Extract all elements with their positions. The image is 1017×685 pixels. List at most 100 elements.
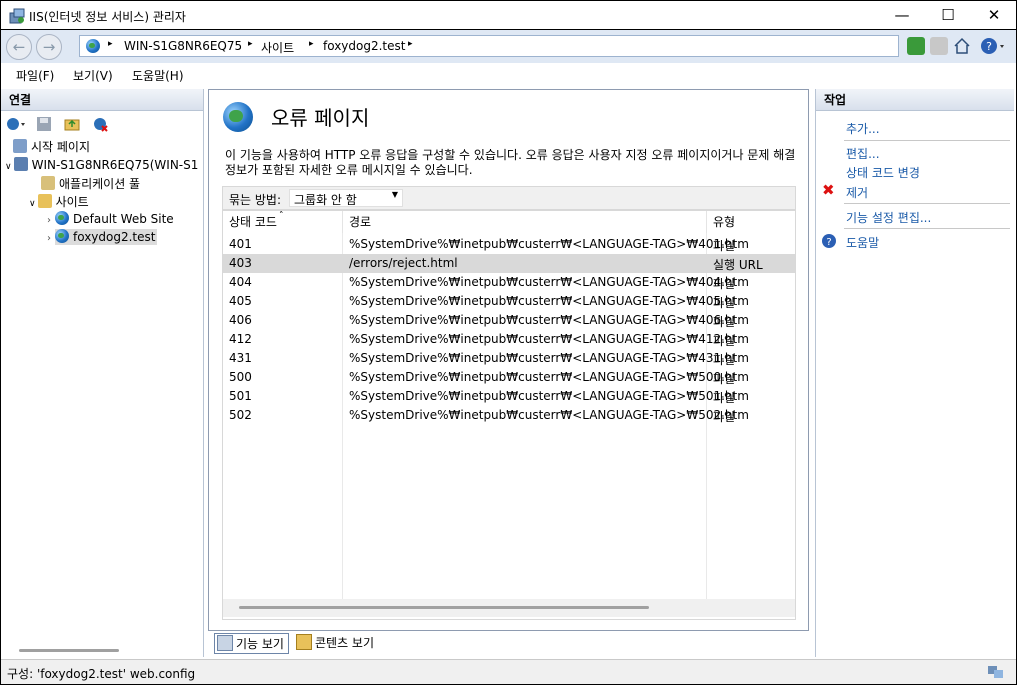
breadcrumb-separator: ▸ — [309, 39, 314, 49]
cell-type: 실행 URL — [713, 258, 763, 272]
cell-status-code: 431 — [229, 351, 252, 365]
tree-item-start-page[interactable]: 시작 페이지 — [13, 138, 90, 155]
action-add[interactable]: 추가... — [846, 120, 880, 137]
actions-separator — [844, 228, 1010, 229]
expand-icon[interactable]: › — [47, 233, 51, 244]
features-view-tab[interactable]: 기능 보기 — [214, 633, 289, 654]
sites-folder-icon — [37, 194, 52, 208]
view-tabs: 기능 보기 콘텐츠 보기 — [208, 632, 809, 656]
cell-status-code: 405 — [229, 294, 252, 308]
tree-item-label: WIN-S1G8NR6EQ75(WIN-S1 — [31, 158, 199, 172]
table-row[interactable]: 501 %SystemDrive%₩inetpub₩custerr₩<LANGUA… — [223, 387, 795, 406]
cell-status-code: 404 — [229, 275, 252, 289]
action-edit[interactable]: 편집... — [846, 145, 880, 162]
horizontal-scrollbar[interactable] — [223, 599, 795, 617]
action-help[interactable]: 도움말 — [846, 234, 879, 251]
title-bar: IIS(인터넷 정보 서비스) 관리자 — ☐ ✕ — [0, 0, 1017, 30]
up-folder-icon[interactable] — [63, 115, 81, 133]
group-by-bar: 묶는 방법: 그룹화 안 함 ▼ — [222, 186, 796, 210]
menu-file[interactable]: 파일(F) — [16, 67, 54, 84]
column-header-status-code[interactable]: 상태 코드 ˄ — [223, 211, 343, 233]
tree-item-default-web-site[interactable]: › Default Web Site — [47, 211, 174, 226]
breadcrumb-server[interactable]: WIN-S1G8NR6EQ75 — [124, 39, 242, 53]
actions-separator — [844, 203, 1010, 204]
save-icon[interactable] — [35, 115, 53, 133]
content-view-tab[interactable]: 콘텐츠 보기 — [294, 633, 378, 654]
menu-view[interactable]: 보기(V) — [73, 67, 113, 84]
table-row[interactable]: 412 %SystemDrive%₩inetpub₩custerr₩<LANGUA… — [223, 330, 795, 349]
breadcrumb-separator: ▸ — [108, 39, 113, 49]
cell-type: 파일 — [713, 296, 736, 310]
tree-item-label: foxydog2.test — [73, 230, 156, 244]
chevron-down-icon: ▼ — [391, 190, 398, 199]
tree-item-app-pools[interactable]: 애플리케이션 풀 — [41, 175, 140, 192]
cell-type: 파일 — [713, 315, 736, 329]
table-row[interactable]: 431 %SystemDrive%₩inetpub₩custerr₩<LANGUA… — [223, 349, 795, 368]
disconnect-icon[interactable] — [91, 115, 109, 133]
navigation-bar: ← → ▸ WIN-S1G8NR6EQ75 ▸ 사이트 ▸ foxydog2.t… — [1, 30, 1016, 63]
cell-path: %SystemDrive%₩inetpub₩custerr₩<LANGUAGE-… — [349, 275, 749, 289]
cell-type: 파일 — [713, 277, 736, 291]
cell-status-code: 412 — [229, 332, 252, 346]
breadcrumb-site[interactable]: foxydog2.test — [323, 39, 405, 53]
breadcrumb-separator: ▸ — [248, 39, 253, 49]
action-change-status-code[interactable]: 상태 코드 변경 — [846, 164, 920, 181]
tree-item-sites[interactable]: ∨ 사이트 — [29, 193, 89, 210]
help-dropdown-icon[interactable]: ? — [980, 37, 1008, 55]
column-header-type[interactable]: 유형 — [707, 211, 795, 233]
tree-item-foxydog2[interactable]: › foxydog2.test — [47, 229, 158, 245]
table-row[interactable]: 502 %SystemDrive%₩inetpub₩custerr₩<LANGUA… — [223, 406, 795, 425]
group-by-label: 묶는 방법: — [229, 193, 282, 207]
column-header-path[interactable]: 경로 — [343, 211, 707, 233]
breadcrumb-sites[interactable]: 사이트 — [261, 39, 294, 56]
home-icon[interactable] — [953, 37, 971, 55]
action-remove[interactable]: 제거 — [846, 184, 868, 201]
group-by-select[interactable]: 그룹화 안 함 ▼ — [289, 189, 403, 207]
app-pool-icon — [41, 176, 55, 190]
column-header-label: 상태 코드 — [229, 215, 277, 229]
table-row[interactable]: 403/errors/reject.html 실행 URL — [223, 254, 795, 273]
globe-icon — [55, 229, 69, 243]
features-view-icon — [217, 635, 233, 651]
collapse-icon[interactable]: ∨ — [29, 199, 36, 209]
actions-panel: 작업 추가... 편집... 상태 코드 변경 ✖ 제거 기능 설정 편집...… — [815, 89, 1014, 657]
back-button[interactable]: ← — [6, 34, 32, 60]
tab-label: 기능 보기 — [236, 637, 284, 651]
cell-path: %SystemDrive%₩inetpub₩custerr₩<LANGUAGE-… — [349, 294, 749, 308]
error-pages-list: 상태 코드 ˄ 경로 유형 401 %SystemDrive%₩inetpub₩cu… — [222, 210, 796, 620]
collapse-icon[interactable]: ∨ — [5, 162, 12, 172]
svg-text:?: ? — [986, 40, 992, 53]
table-row[interactable]: 406 %SystemDrive%₩inetpub₩custerr₩<LANGUA… — [223, 311, 795, 330]
forward-button[interactable]: → — [36, 34, 62, 60]
menu-help[interactable]: 도움말(H) — [132, 67, 184, 84]
action-edit-feature-settings[interactable]: 기능 설정 편집... — [846, 209, 931, 226]
start-page-icon — [13, 139, 27, 153]
table-row[interactable]: 500 %SystemDrive%₩inetpub₩custerr₩<LANGUA… — [223, 368, 795, 387]
minimize-button[interactable]: — — [879, 1, 925, 31]
svg-text:?: ? — [826, 237, 831, 248]
stop-icon[interactable] — [930, 37, 948, 55]
cell-type: 파일 — [713, 353, 736, 367]
table-row[interactable]: 405 %SystemDrive%₩inetpub₩custerr₩<LANGUA… — [223, 292, 795, 311]
content-view-icon — [296, 634, 312, 650]
address-breadcrumb[interactable]: ▸ WIN-S1G8NR6EQ75 ▸ 사이트 ▸ foxydog2.test … — [79, 35, 899, 57]
tree-horizontal-scrollbar[interactable] — [19, 649, 119, 652]
scrollbar-thumb[interactable] — [239, 606, 649, 609]
actions-separator — [844, 140, 1010, 141]
maximize-button[interactable]: ☐ — [925, 1, 971, 31]
tab-label: 콘텐츠 보기 — [315, 636, 375, 650]
cell-path: /errors/reject.html — [349, 256, 458, 270]
network-status-icon — [987, 664, 1005, 683]
close-button[interactable]: ✕ — [971, 1, 1017, 31]
table-row[interactable]: 404 %SystemDrive%₩inetpub₩custerr₩<LANGUA… — [223, 273, 795, 292]
table-row[interactable]: 401 %SystemDrive%₩inetpub₩custerr₩<LANGUA… — [223, 235, 795, 254]
connections-panel: 연결 시작 페이지 ∨ WIN-S1G8NR6EQ75(WIN-S1 애플리케이션… — [1, 89, 204, 657]
connect-icon[interactable] — [5, 115, 25, 133]
expand-icon[interactable]: › — [47, 215, 51, 226]
cell-status-code: 502 — [229, 408, 252, 422]
tree-item-server[interactable]: ∨ WIN-S1G8NR6EQ75(WIN-S1 — [5, 157, 198, 172]
refresh-icon[interactable] — [907, 37, 925, 55]
cell-status-code: 401 — [229, 237, 252, 251]
cell-status-code: 501 — [229, 389, 252, 403]
iis-app-icon — [9, 8, 25, 24]
